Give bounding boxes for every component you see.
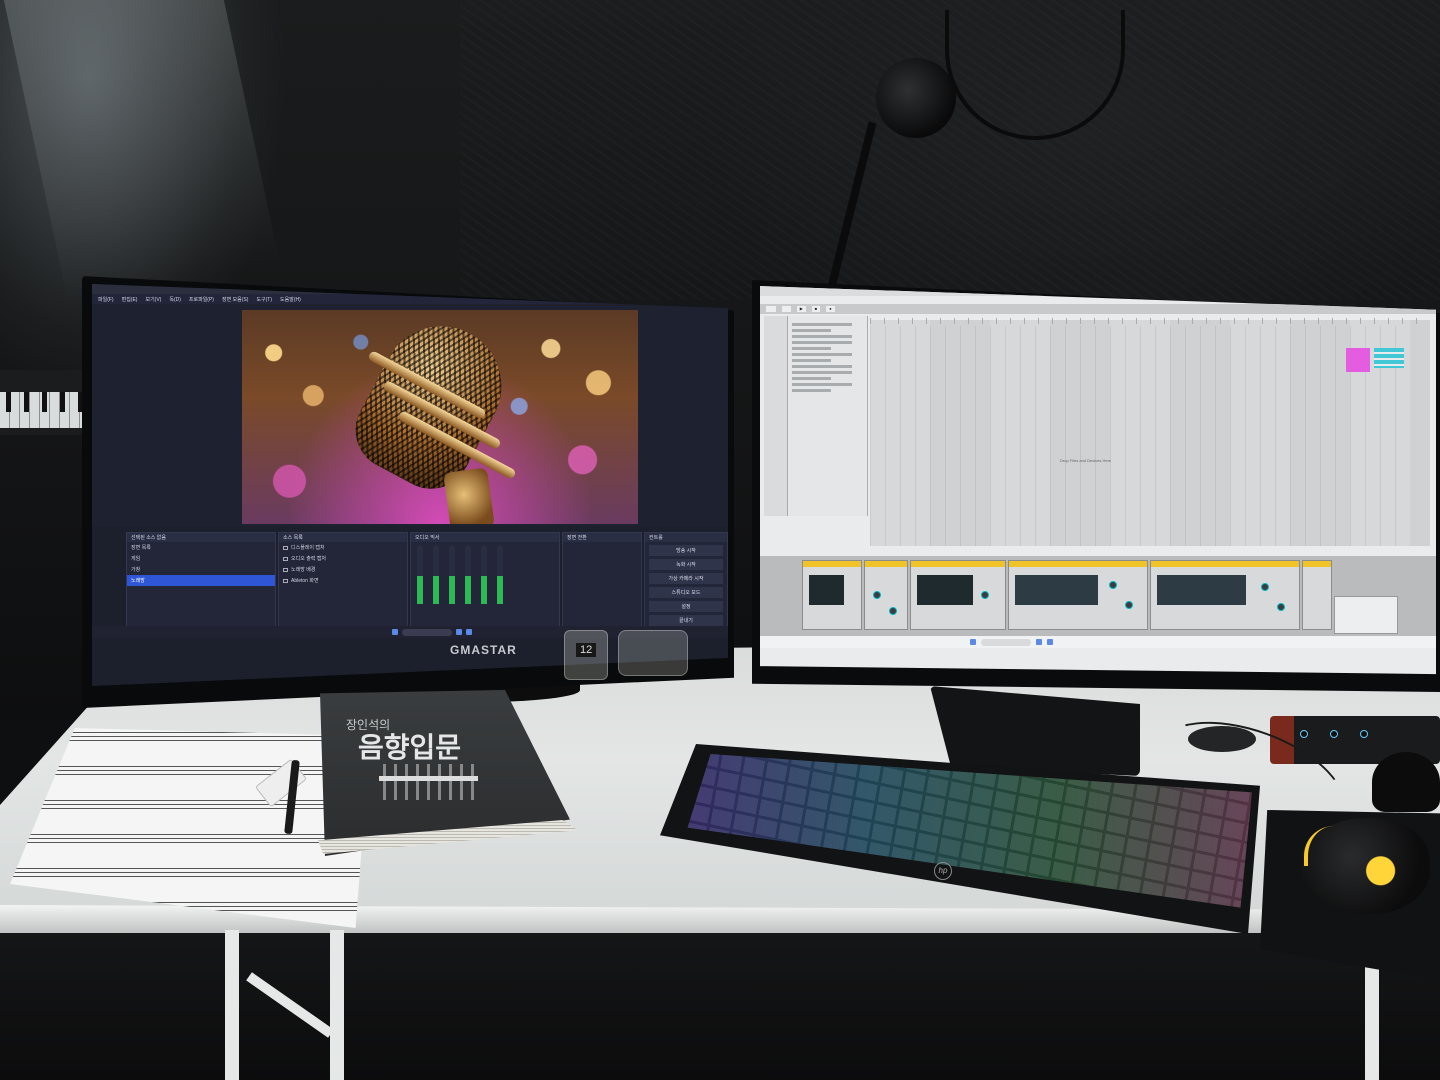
fader-illustration [390, 764, 401, 800]
menu-edit[interactable]: 편집(E) [122, 296, 138, 303]
menu-view[interactable]: 보기(V) [145, 296, 161, 303]
daw-grid [870, 326, 1410, 546]
record-icon[interactable]: ● [826, 306, 835, 312]
browser-item[interactable] [792, 323, 853, 326]
daw-browser-list[interactable] [788, 316, 868, 516]
daw-track-buttons[interactable] [1374, 348, 1404, 368]
obs-preview-canvas[interactable] [242, 310, 638, 524]
time-signature-field[interactable] [782, 306, 791, 312]
book-cover-faders [379, 764, 503, 800]
desk-leg [330, 930, 344, 1080]
gain-knob [1330, 730, 1338, 738]
fader-illustration [456, 764, 467, 800]
glass-bottle [618, 630, 688, 676]
fader-illustration [379, 764, 390, 800]
browser-item[interactable] [792, 353, 853, 356]
microphone-mount [443, 467, 495, 524]
book-title: 음향입문 [358, 731, 462, 764]
monitor-brand-logo: GMASTAR [450, 643, 517, 657]
browser-item[interactable] [792, 389, 832, 392]
fader-illustration [423, 764, 434, 800]
fader-illustration [412, 764, 423, 800]
browser-item[interactable] [792, 329, 832, 332]
piano-black-keys [0, 392, 92, 412]
tempo-field[interactable] [766, 306, 777, 312]
browser-item[interactable] [792, 335, 853, 338]
browser-item[interactable] [792, 347, 832, 350]
fader-illustration [434, 764, 445, 800]
fader-illustration [467, 764, 478, 800]
bottle-label: 12 [576, 643, 597, 657]
menu-docks[interactable]: 독(D) [169, 296, 181, 303]
menu-profile[interactable]: 프로파일(P) [189, 296, 214, 303]
daw-browser-categories[interactable] [764, 316, 788, 516]
hp-logo-icon: hp [934, 862, 952, 880]
menu-scene-collection[interactable]: 장면 모음(S) [222, 296, 248, 303]
menu-tools[interactable]: 도구(T) [256, 296, 272, 303]
gain-knob [1360, 730, 1368, 738]
daw-device-chain [760, 556, 1436, 636]
browser-item[interactable] [792, 359, 832, 362]
microphone-windscreen [876, 58, 956, 138]
browser-item[interactable] [792, 371, 853, 374]
daw-screen: ▶ ■ ● Drop Files and Devices Here [760, 286, 1436, 675]
browser-item[interactable] [792, 383, 853, 386]
desk-leg [225, 930, 239, 1080]
gain-knob [1300, 730, 1308, 738]
headphone-stand [1372, 752, 1440, 812]
fader-illustration [401, 764, 412, 800]
menu-help[interactable]: 도움말(H) [280, 296, 301, 303]
stop-icon[interactable]: ■ [811, 306, 821, 312]
menu-file[interactable]: 파일(F) [98, 296, 114, 303]
fader-illustration [445, 764, 456, 800]
floor [0, 930, 1440, 1080]
daw-clip[interactable] [1346, 348, 1370, 372]
browser-item[interactable] [792, 341, 853, 344]
browser-item[interactable] [792, 377, 832, 380]
daw-timeline-ruler[interactable] [870, 318, 1430, 324]
browser-item[interactable] [792, 365, 853, 368]
obs-screen: 파일(F) 편집(E) 보기(V) 독(D) 프로파일(P) 장면 모음(S) … [92, 284, 728, 686]
drop-hint-text: Drop Files and Devices Here [1060, 458, 1112, 463]
play-icon[interactable]: ▶ [796, 306, 806, 312]
